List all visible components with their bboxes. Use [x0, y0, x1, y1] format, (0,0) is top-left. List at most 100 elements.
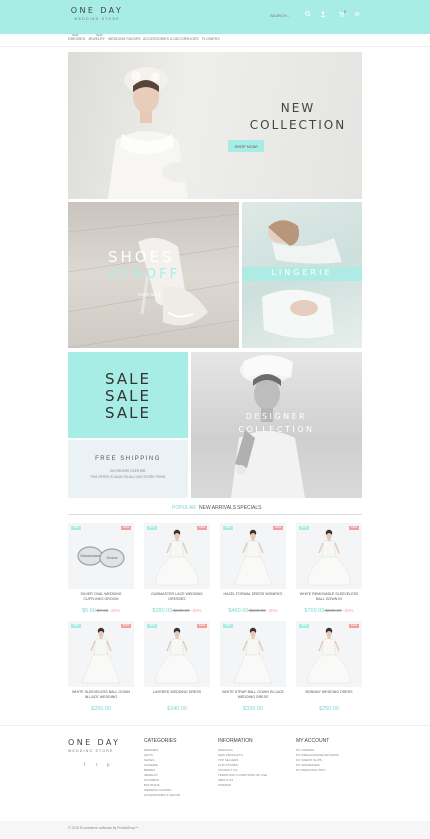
twitter-icon[interactable]: t [96, 762, 97, 767]
nav-item-dresses[interactable]: Dresses [68, 37, 85, 41]
logo[interactable]: ONE DAY WEDDING STORE [67, 6, 127, 21]
sale-line: SALE [105, 370, 151, 388]
sale-badge: SALE [121, 526, 131, 530]
sale-badge: SALE [197, 624, 207, 628]
product-card[interactable]: NEW SALE LAYERED WEDDING DRESS $340.00 [144, 621, 210, 716]
shoes-discount: 25%OFF [108, 267, 181, 282]
product-price: $5.60 $7.00 -20% [68, 608, 134, 614]
product-name[interactable]: LAYERED WEDDING DRESS [146, 690, 208, 695]
product-price: $400.00 $500.00 -20% [220, 608, 286, 614]
product-name[interactable]: WHITE SLEEVELESS BALL GOWN IN LACE WEDDI… [70, 690, 132, 700]
site-header: ONE DAY WEDDING STORE 0 [0, 0, 430, 34]
product-price: $340.00 [144, 706, 210, 712]
product-image[interactable] [144, 621, 210, 687]
product-price: $260.00 [68, 706, 134, 712]
facebook-icon[interactable]: f [84, 762, 85, 767]
sale-banner[interactable]: SALE SALE SALE [68, 352, 188, 438]
price-old: $800.00 [324, 608, 342, 613]
footer-link[interactable]: ACCESSORIES & DECOR [144, 793, 180, 798]
footer-column-title: CATEGORIES [144, 738, 177, 744]
lingerie-banner[interactable]: LINGERIE [242, 202, 362, 348]
new-badge: NEW [71, 526, 81, 530]
designer-banner[interactable]: DESIGNER COLLECTION [191, 352, 362, 498]
product-name[interactable]: WHITE STRAP BALL GOWN IN LACE WEDDING DR… [222, 690, 284, 700]
price-current: $340.00 [167, 706, 187, 712]
price-discount: -20% [265, 608, 278, 613]
logo-subtitle: WEDDING STORE [74, 17, 120, 21]
sale-badge: SALE [197, 526, 207, 530]
footer-link[interactable]: MY PERSONAL INFO [296, 768, 339, 773]
tab-specials[interactable]: SPECIALS [237, 505, 261, 511]
hero-banner[interactable]: NEW COLLECTION SHOP NOW! [68, 52, 362, 199]
settings-icon[interactable] [352, 11, 362, 21]
product-card[interactable]: NEW SALE GUNMASTER LACE WEDDING DRESSES $28… [144, 523, 210, 618]
copyright: © 2015 Ecommerce software by PrestaShop™ [68, 826, 139, 830]
sale-badge: SALE [349, 526, 359, 530]
nav-item-shoes[interactable]: Shoes [186, 37, 199, 41]
sale-badge: SALE [273, 526, 283, 530]
nav-item-wedding-favors[interactable]: Wedding Favors [108, 37, 141, 41]
new-badge: NEW [71, 624, 81, 628]
product-name[interactable]: SILVER OVAL WEDDING CUFFLINKS GROOM [70, 592, 132, 602]
product-card[interactable]: NEW SALE WHITE SLEEVELESS BALL GOWN IN LAC… [68, 621, 134, 716]
product-price: $250.00 [296, 706, 362, 712]
footer-logo-subtitle: WEDDING STORE [68, 749, 114, 753]
product-name[interactable]: GUNMASTER LACE WEDDING DRESSES [146, 592, 208, 602]
product-image[interactable] [296, 523, 362, 589]
footer-column: INFORMATION SPECIALS NEW PRODUCTS TOP SELLE… [218, 738, 267, 788]
price-current: $400.00 [228, 608, 249, 614]
tab-new-arrivals[interactable]: NEW ARRIVALS [199, 505, 236, 511]
bottom-bar: © 2015 Ecommerce software by PrestaShop™ [0, 821, 430, 839]
nav-item-flowers[interactable]: Flowers [202, 37, 220, 41]
free-shipping-title: FREE SHIPPING [95, 456, 161, 462]
product-card[interactable]: NEW SALE BONNNY WEDDING DRESS $250.00 [296, 621, 362, 716]
product-image[interactable] [220, 621, 286, 687]
designer-title-line1: DESIGNER [245, 412, 308, 421]
product-image[interactable]: Groomsman Groom [68, 523, 134, 589]
nav-item-accessories-decor[interactable]: Accessories & Decor [143, 37, 186, 41]
free-shipping-line1: ON ORDERS OVER $99. [109, 469, 147, 473]
nav-item-jewelry[interactable]: Jewelry [88, 37, 105, 41]
price-current: $260.00 [91, 706, 111, 712]
pinterest-icon[interactable]: p [107, 762, 110, 767]
user-icon[interactable] [318, 11, 328, 21]
product-name[interactable]: HAZEL FORMAL DRESS WOMEN'S [222, 592, 284, 597]
shoes-banner[interactable]: SHOES 25%OFF SHOP NOW! [68, 202, 239, 348]
price-current: $280.00 [152, 608, 173, 614]
product-price: $280.00 $300.00 -20% [144, 608, 210, 614]
search-icon[interactable] [303, 11, 313, 21]
shoes-shop-now-link[interactable]: SHOP NOW! [138, 292, 161, 297]
footer-logo[interactable]: ONE DAY WEDDING STORE [68, 738, 120, 753]
price-current: $700.00 [304, 608, 325, 614]
price-old: $300.00 [172, 608, 190, 613]
footer-logo-title: ONE DAY [68, 738, 121, 747]
product-card[interactable]: Groomsman Groom NEW SALE SILVER OVAL WEDDING… [68, 523, 134, 618]
product-card[interactable]: NEW WHITE STRAP BALL GOWN IN LACE WEDDING… [220, 621, 286, 716]
designer-title-line2: COLLECTION [238, 425, 315, 434]
product-image[interactable] [220, 523, 286, 589]
product-name[interactable]: BONNNY WEDDING DRESS [298, 690, 360, 695]
product-price: $700.00 $800.00 -20% [296, 608, 362, 614]
free-shipping-line2: THIS OFFER IS VALID ON ALL OUR STORE ITE… [90, 475, 166, 479]
tab-popular[interactable]: POPULAR [172, 505, 196, 511]
shop-now-button[interactable]: SHOP NOW! [228, 140, 264, 152]
designer-title: DESIGNER COLLECTION [191, 410, 362, 436]
product-tabs: POPULAR NEW ARRIVALS SPECIALS [68, 503, 362, 515]
product-image[interactable] [68, 621, 134, 687]
new-badge: NEW [299, 624, 309, 628]
price-discount: -20% [108, 608, 121, 613]
footer-link[interactable]: SITEMAP [218, 783, 267, 788]
footer-column: CATEGORIES DRESSES GIFTS SHOES LINGERIE BRIDE… [144, 738, 180, 798]
new-badge: NEW [299, 526, 309, 530]
product-name[interactable]: WHITE REMOVABLE SLEEVELESS BALL GOWN IN [298, 592, 360, 602]
price-current: $250.00 [319, 706, 339, 712]
footer-column-title: INFORMATION [218, 738, 253, 744]
product-image[interactable] [296, 621, 362, 687]
product-image[interactable] [144, 523, 210, 589]
main-nav: NEW NEW Dresses Jewelry Wedding Favors A… [0, 33, 430, 47]
product-card[interactable]: NEW SALE WHITE REMOVABLE SLEEVELESS BALL G… [296, 523, 362, 618]
product-card[interactable]: NEW SALE HAZEL FORMAL DRESS WOMEN'S $400.00… [220, 523, 286, 618]
new-badge: NEW [223, 526, 233, 530]
price-old: $500.00 [248, 608, 266, 613]
free-shipping-banner: FREE SHIPPING ON ORDERS OVER $99. THIS O… [68, 440, 188, 498]
